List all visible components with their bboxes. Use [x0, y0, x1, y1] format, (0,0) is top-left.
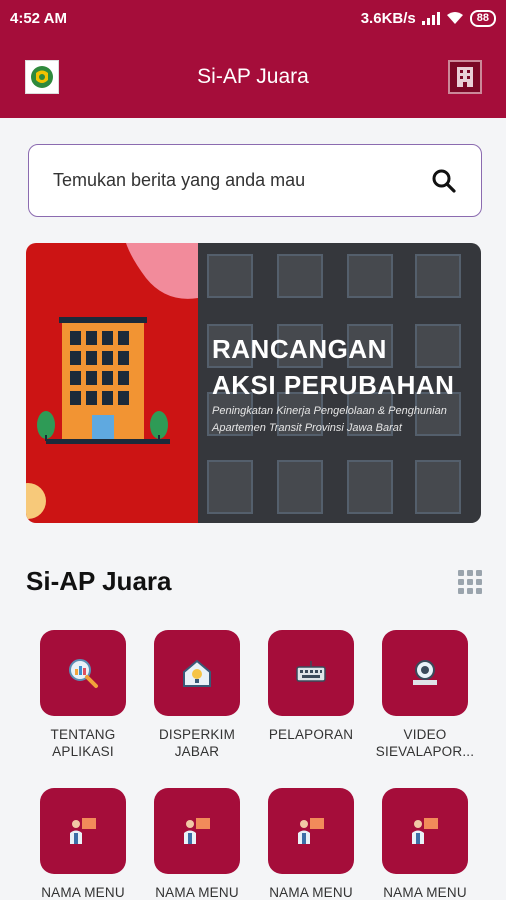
search-chart-icon [69, 659, 98, 688]
menu-item-tentang-aplikasi[interactable]: TENTANG APLIKASI [28, 630, 138, 760]
grid-view-icon[interactable] [458, 570, 482, 594]
banner-subtitle: Peningkatan Kinerja Pengelolaan & Penghu… [212, 405, 447, 434]
battery-icon: 88 [469, 9, 496, 27]
menu-label: TENTANG APLIKASI [50, 727, 116, 759]
presenter-icon [412, 818, 438, 844]
banner-illustration [26, 243, 198, 523]
menu-item-disperkim-jabar[interactable]: DISPERKIM JABAR [142, 630, 252, 760]
menu-tile[interactable] [40, 630, 126, 716]
menu-item-nama-menu[interactable]: NAMA MENU [142, 788, 252, 900]
search-icon[interactable] [431, 168, 457, 194]
status-bar: 4:52 AM 3.6KB/s 88 [0, 0, 506, 36]
video-camera-icon [413, 660, 437, 685]
government-logo-icon[interactable] [25, 60, 59, 94]
status-time: 4:52 AM [10, 9, 67, 27]
menu-tile[interactable] [154, 630, 240, 716]
search-bar[interactable]: Temukan berita yang anda mau [28, 144, 482, 217]
menu-tile[interactable] [154, 788, 240, 874]
menu-label: DISPERKIM JABAR [158, 727, 236, 759]
menu-label: NAMA MENU [269, 885, 353, 900]
promo-banner[interactable]: RANCANGAN AKSI PERUBAHAN Peningkatan Kin… [26, 243, 481, 523]
section-title: Si-AP Juara [26, 566, 172, 596]
menu-label: VIDEO SIEVALAPOR... [375, 727, 475, 759]
presenter-icon [298, 818, 324, 844]
search-input[interactable]: Temukan berita yang anda mau [53, 170, 305, 191]
banner-title: RANCANGAN AKSI PERUBAHAN [212, 334, 455, 400]
signal-icon [421, 11, 440, 25]
menu-item-nama-menu[interactable]: NAMA MENU [28, 788, 138, 900]
network-speed: 3.6KB/s [360, 9, 416, 27]
menu-label: NAMA MENU [41, 885, 125, 900]
wifi-icon [446, 12, 463, 24]
presenter-icon [184, 818, 210, 844]
menu-label: PELAPORAN [268, 727, 354, 742]
app-title: Si-AP Juara [197, 65, 309, 88]
keyboard-icon [296, 661, 326, 682]
app-bar: Si-AP Juara [0, 36, 506, 118]
menu-item-nama-menu[interactable]: NAMA MENU [370, 788, 480, 900]
menu-tile[interactable] [40, 788, 126, 874]
menu-item-pelaporan[interactable]: PELAPORAN [256, 630, 366, 743]
menu-tile[interactable] [382, 788, 468, 874]
menu-tile[interactable] [268, 630, 354, 716]
menu-label: NAMA MENU [383, 885, 467, 900]
menu-tile[interactable] [268, 788, 354, 874]
menu-item-nama-menu[interactable]: NAMA MENU [256, 788, 366, 900]
menu-label: NAMA MENU [155, 885, 239, 900]
status-indicators: 3.6KB/s 88 [360, 9, 496, 27]
house-idea-icon [183, 659, 211, 687]
presenter-icon [70, 818, 96, 844]
menu-tile[interactable] [382, 630, 468, 716]
menu-item-video-sievalapor[interactable]: VIDEO SIEVALAPOR... [370, 630, 480, 760]
building-logo-icon[interactable] [448, 60, 482, 94]
